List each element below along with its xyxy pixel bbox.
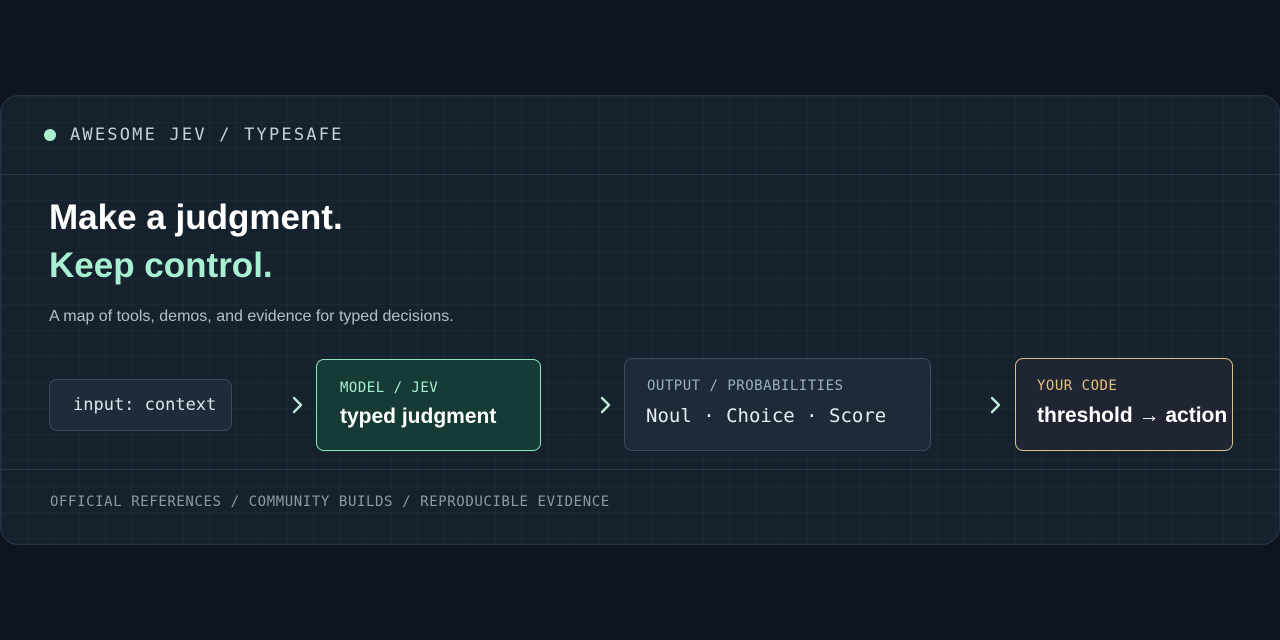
- code-node-value: threshold → action: [1037, 404, 1228, 427]
- input-node-text: input: context: [73, 395, 217, 415]
- headline-primary: Make a judgment.: [49, 198, 343, 237]
- brand-title: AWESOME JEV / TYPESAFE: [70, 125, 344, 145]
- status-dot-icon: [44, 129, 56, 141]
- model-node-label: MODEL / JEV: [340, 380, 439, 396]
- top-bar: AWESOME JEV / TYPESAFE: [1, 96, 1279, 175]
- chevron-right-icon: [292, 396, 303, 414]
- output-node-value: Noul · Choice · Score: [646, 405, 887, 427]
- output-node-label: OUTPUT / PROBABILITIES: [647, 378, 844, 394]
- chevron-right-icon: [990, 396, 1001, 414]
- chevron-right-icon: [600, 396, 611, 414]
- code-node-label: YOUR CODE: [1037, 378, 1118, 394]
- footer-divider: [1, 469, 1279, 470]
- pipeline-output-node: OUTPUT / PROBABILITIES Noul · Choice · S…: [624, 358, 931, 451]
- headline-accent: Keep control.: [49, 246, 273, 285]
- pipeline-code-node: YOUR CODE threshold → action: [1015, 358, 1233, 451]
- hero-card: AWESOME JEV / TYPESAFE Make a judgment. …: [0, 95, 1280, 545]
- pipeline-model-node: MODEL / JEV typed judgment: [316, 359, 541, 451]
- pipeline-input-node: input: context: [49, 379, 232, 431]
- footer-caption: OFFICIAL REFERENCES / COMMUNITY BUILDS /…: [50, 494, 610, 510]
- hero-subtitle: A map of tools, demos, and evidence for …: [49, 308, 454, 325]
- model-node-value: typed judgment: [340, 405, 497, 428]
